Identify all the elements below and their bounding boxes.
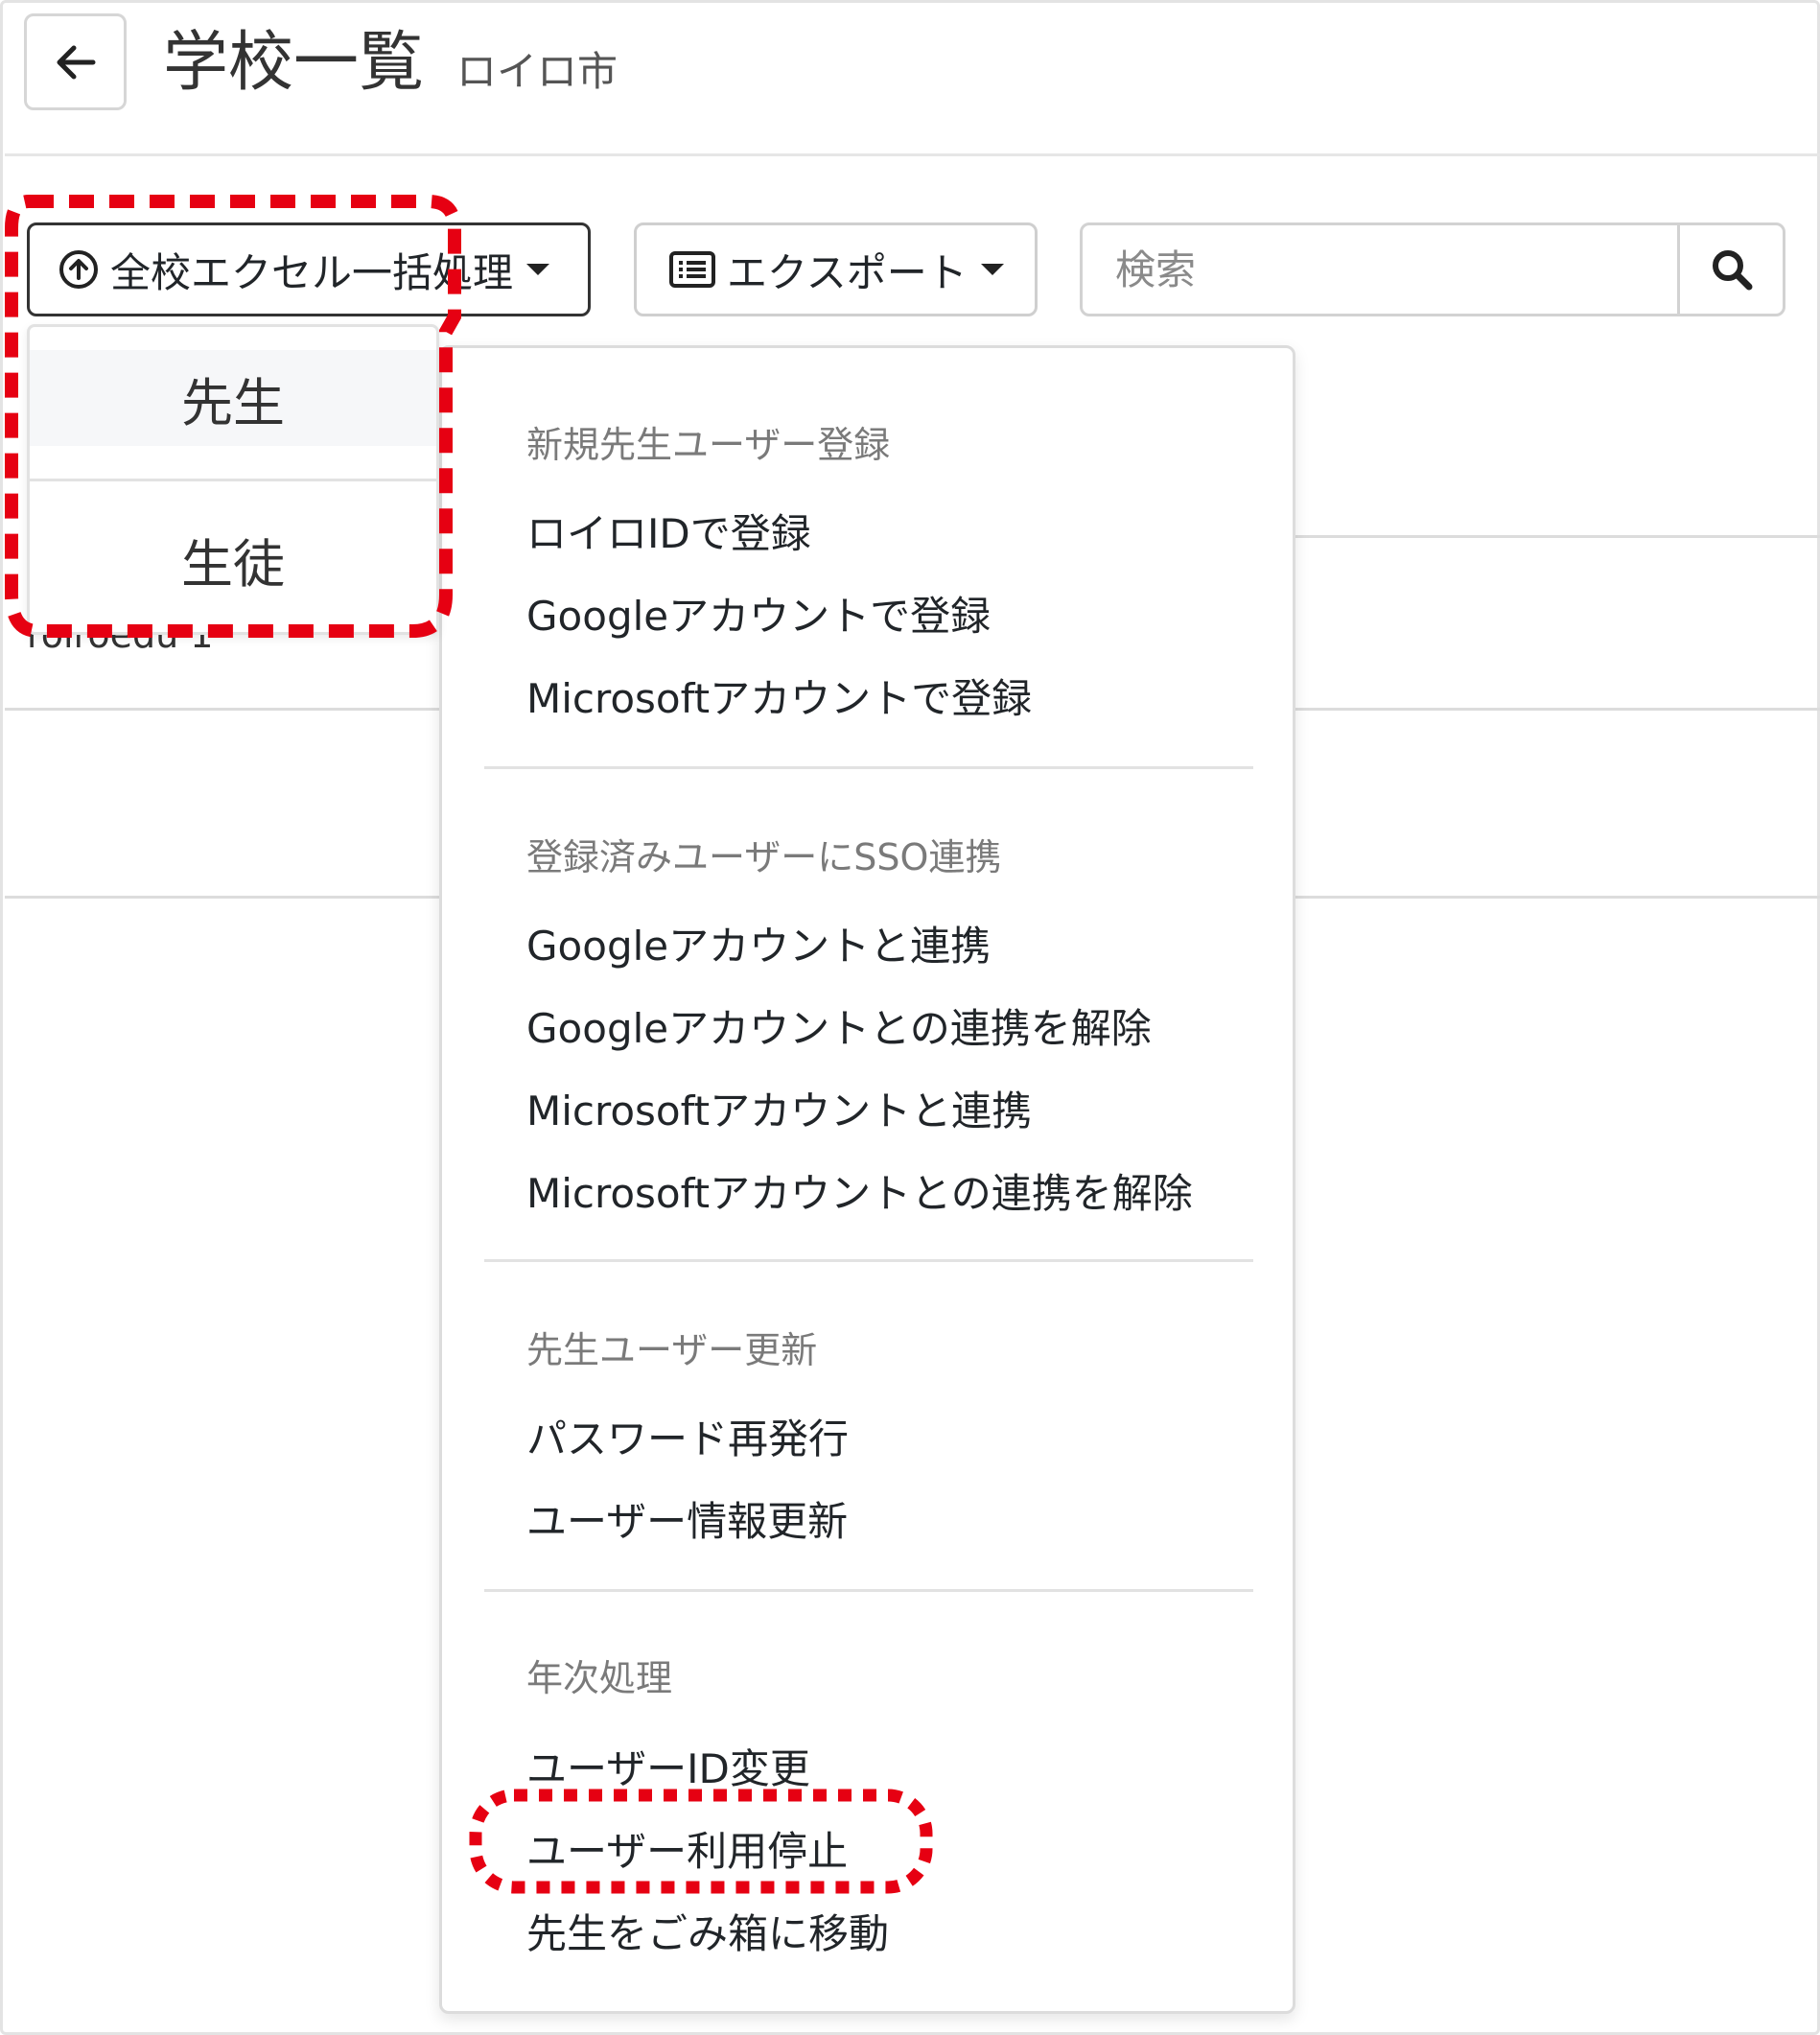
menu-item-link-microsoft[interactable]: Microsoftアカウントと連携 xyxy=(526,1079,1032,1137)
menu-item-suspend-user[interactable]: ユーザー利用停止 xyxy=(526,1819,848,1878)
export-button[interactable]: エクスポート xyxy=(634,222,1038,316)
menu-item-register-google[interactable]: Googleアカウントで登録 xyxy=(526,584,991,643)
menu-item-reissue-password[interactable]: パスワード再発行 xyxy=(526,1407,849,1465)
menu-divider xyxy=(484,766,1253,769)
menu-group-header: 新規先生ユーザー登録 xyxy=(526,424,891,466)
menu-item-register-loilo-id[interactable]: ロイロIDで登録 xyxy=(526,502,811,560)
menu-item-link-google[interactable]: Googleアカウントと連携 xyxy=(526,914,991,972)
caret-down-icon xyxy=(526,264,550,275)
teacher-submenu: 新規先生ユーザー登録 ロイロIDで登録 Googleアカウントで登録 Micro… xyxy=(439,345,1295,2014)
back-button[interactable] xyxy=(24,13,127,110)
menu-divider xyxy=(484,1589,1253,1592)
search-icon xyxy=(1712,250,1752,291)
bulk-excel-button[interactable]: 全校エクセル一括処理 xyxy=(27,222,591,316)
menu-item-unlink-microsoft[interactable]: Microsoftアカウントとの連携を解除 xyxy=(526,1161,1193,1220)
page-title: 学校一覧 xyxy=(163,25,425,101)
menu-item-move-teacher-to-trash[interactable]: 先生をごみ箱に移動 xyxy=(526,1902,889,1960)
arrow-left-icon xyxy=(57,45,95,79)
menu-group-header: 登録済みユーザーにSSO連携 xyxy=(526,836,1002,878)
list-icon xyxy=(669,251,715,288)
upload-circle-icon xyxy=(59,250,98,289)
caret-down-icon xyxy=(980,264,1004,275)
menu-item-change-user-id[interactable]: ユーザーID変更 xyxy=(526,1737,810,1795)
menu-item-teacher[interactable]: 先生 xyxy=(30,350,436,446)
menu-item-register-microsoft[interactable]: Microsoftアカウントで登録 xyxy=(526,667,1032,725)
menu-item-student[interactable]: 生徒 xyxy=(30,511,436,607)
page-subtitle: ロイロ市 xyxy=(456,48,618,95)
bulk-excel-dropdown: 先生 生徒 xyxy=(27,324,439,635)
search-button[interactable] xyxy=(1677,225,1783,314)
bulk-excel-label: 全校エクセル一括処理 xyxy=(110,248,514,296)
menu-group-header: 年次処理 xyxy=(526,1657,673,1699)
search-box xyxy=(1080,222,1785,316)
menu-divider xyxy=(30,479,436,481)
header-divider xyxy=(5,153,1820,156)
search-input[interactable] xyxy=(1083,225,1681,314)
menu-divider xyxy=(484,1259,1253,1262)
menu-item-unlink-google[interactable]: Googleアカウントとの連携を解除 xyxy=(526,996,1152,1055)
table-header-line xyxy=(1295,535,1820,538)
export-label: エクスポート xyxy=(727,248,968,296)
menu-group-header: 先生ユーザー更新 xyxy=(526,1329,818,1371)
menu-item-update-user-info[interactable]: ユーザー情報更新 xyxy=(526,1489,848,1548)
